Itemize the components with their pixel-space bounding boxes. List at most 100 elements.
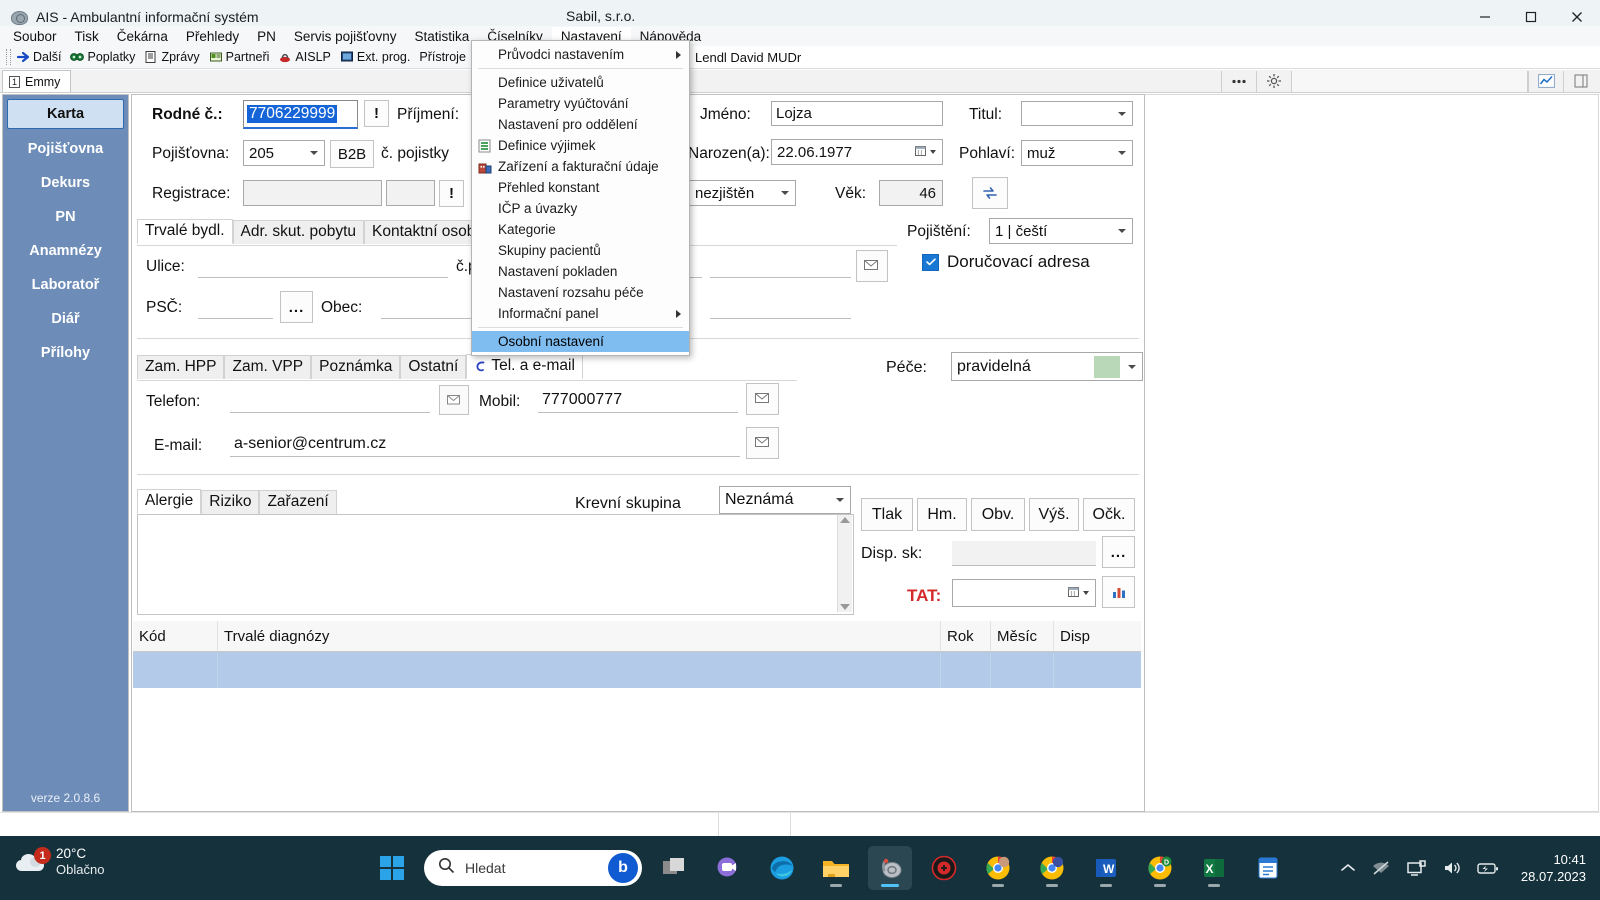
registrace-extra-input[interactable]: [386, 180, 435, 206]
menu-pn[interactable]: PN: [248, 27, 285, 46]
stav-select[interactable]: nezjištěn: [689, 180, 796, 206]
ock-button[interactable]: Očk.: [1083, 498, 1135, 531]
sidebar-item-laborator[interactable]: Laboratoř: [7, 271, 124, 299]
tab-adr-skut-pobytu[interactable]: Adr. skut. pobytu: [232, 220, 365, 244]
b2b-button[interactable]: B2B: [330, 140, 374, 168]
address-mail-button[interactable]: [856, 250, 888, 282]
toolbar-pristroje[interactable]: Přístroje: [419, 50, 466, 64]
tab-zam-hpp[interactable]: Zam. HPP: [137, 355, 225, 379]
registrace-warning-button[interactable]: !: [439, 180, 464, 207]
menu-servis-pojistovny[interactable]: Servis pojišťovny: [285, 27, 406, 46]
tab-zarazeni[interactable]: Zařazení: [259, 490, 337, 514]
column-header-disp[interactable]: Disp: [1054, 621, 1104, 651]
patient-tab-emmy[interactable]: 1 Emmy: [2, 70, 72, 92]
taskbar-teams[interactable]: [706, 846, 750, 890]
toolbar-poplatky[interactable]: Poplatky: [70, 50, 135, 64]
jmeno-input[interactable]: [771, 101, 943, 126]
weather-widget[interactable]: 1 20°C Oblačno: [14, 846, 104, 878]
toolbar-aislp[interactable]: AISLP: [278, 50, 331, 64]
menu-item-icp-a-uvazky[interactable]: IČP a úvazky: [472, 198, 689, 219]
toolbar-dalsi[interactable]: Další: [16, 50, 61, 64]
show-hidden-icons-button[interactable]: [1341, 863, 1355, 873]
titul-select[interactable]: [1021, 101, 1133, 126]
tab-ostatni[interactable]: Ostatní: [400, 355, 467, 379]
sidebar-item-diar[interactable]: Diář: [7, 305, 124, 333]
column-header-kod[interactable]: Kód: [133, 621, 218, 651]
sidebar-item-anamnezy[interactable]: Anamnézy: [7, 237, 124, 265]
scroll-down-arrow[interactable]: [840, 604, 850, 610]
toolbar-zpravy[interactable]: Zprávy: [144, 50, 200, 64]
taskbar-task-view[interactable]: [652, 846, 696, 890]
sidebar-item-pn[interactable]: PN: [7, 203, 124, 231]
obec-extra-input[interactable]: [710, 295, 851, 319]
menu-item-nastaveni-pokladen[interactable]: Nastavení pokladen: [472, 261, 689, 282]
disp-sk-lookup-button[interactable]: ...: [1102, 536, 1135, 568]
tab-trvale-bydl[interactable]: Trvalé bydl.: [137, 219, 233, 244]
menu-item-definice-vyjimek[interactable]: Definice výjimek: [472, 135, 689, 156]
krevni-skupina-select[interactable]: Neznámá: [719, 486, 851, 514]
registrace-input[interactable]: [243, 180, 382, 206]
taskbar-edge[interactable]: [760, 846, 804, 890]
rodne-cislo-warning-button[interactable]: !: [364, 100, 389, 127]
menu-item-definice-uzivatelu[interactable]: Definice uživatelů: [472, 72, 689, 93]
dorucovaci-adresa-checkbox[interactable]: Doručovací adresa: [922, 252, 1090, 272]
menu-item-zarizeni-a-fakturacni-udaje[interactable]: Zařízení a fakturační údaje: [472, 156, 689, 177]
tab-poznamka[interactable]: Poznámka: [311, 355, 401, 379]
taskbar-antivirus[interactable]: [922, 846, 966, 890]
telefon-mail-button[interactable]: [439, 385, 469, 415]
mobil-mail-button[interactable]: [746, 383, 779, 415]
taskbar-chrome-profile-2[interactable]: [1030, 846, 1074, 890]
toolbar-ext-prog[interactable]: Ext. prog.: [340, 50, 410, 64]
obv-button[interactable]: Obv.: [971, 498, 1025, 531]
calendar-icon[interactable]: [1068, 586, 1089, 599]
menu-item-nastaveni-rozsahu-pece[interactable]: Nastavení rozsahu péče: [472, 282, 689, 303]
column-header-rok[interactable]: Rok: [941, 621, 991, 651]
menu-item-prehled-konstant[interactable]: Přehled konstant: [472, 177, 689, 198]
sidebar-item-karta[interactable]: Karta: [7, 99, 124, 129]
taskbar-chrome-profile-d[interactable]: D: [1138, 846, 1182, 890]
display-icon[interactable]: [1407, 859, 1427, 877]
chart-icon[interactable]: [1528, 70, 1563, 92]
taskbar-chrome-profile-1[interactable]: [976, 846, 1020, 890]
taskbar-calendar[interactable]: [1246, 846, 1290, 890]
menu-item-osobni-nastaveni[interactable]: Osobní nastavení: [472, 331, 689, 352]
pojistovna-select[interactable]: 205: [243, 140, 325, 166]
taskbar-file-explorer[interactable]: [814, 846, 858, 890]
search-box[interactable]: Hledat b: [424, 850, 642, 886]
menu-item-parametry-vyuctovani[interactable]: Parametry vyúčtování: [472, 93, 689, 114]
vys-button[interactable]: Výš.: [1029, 498, 1079, 531]
pojisteni-select[interactable]: 1 | čeští: [989, 218, 1133, 244]
sidebar-item-pojistovna[interactable]: Pojišťovna: [7, 135, 124, 163]
menu-tisk[interactable]: Tisk: [66, 27, 108, 46]
psc-lookup-button[interactable]: ...: [280, 291, 313, 323]
rodne-cislo-input[interactable]: 7706229999: [243, 100, 358, 129]
menu-item-nastaveni-pro-oddeleni[interactable]: Nastavení pro oddělení: [472, 114, 689, 135]
calendar-icon[interactable]: [915, 145, 936, 158]
disp-sk-input[interactable]: [952, 541, 1096, 566]
more-options-button[interactable]: [1221, 70, 1256, 92]
narozen-date-input[interactable]: 22.06.1977: [771, 139, 943, 165]
tlak-button[interactable]: Tlak: [861, 498, 913, 531]
taskbar-excel[interactable]: X: [1192, 846, 1236, 890]
tab-tel-a-email[interactable]: Tel. a e-mail: [466, 354, 583, 379]
pohlavi-select[interactable]: muž: [1021, 140, 1133, 166]
menu-soubor[interactable]: Soubor: [4, 27, 66, 46]
psc-input[interactable]: [198, 295, 273, 319]
menu-item-skupiny-pacientu[interactable]: Skupiny pacientů: [472, 240, 689, 261]
tat-date-input[interactable]: [952, 579, 1096, 607]
menu-item-pruvodci-nastavenim[interactable]: Průvodci nastavením: [472, 44, 689, 65]
scroll-up-arrow[interactable]: [840, 517, 850, 523]
tab-zam-vpp[interactable]: Zam. VPP: [224, 355, 312, 379]
menu-item-informacni-panel[interactable]: Informační panel: [472, 303, 689, 324]
email-mail-button[interactable]: [746, 427, 779, 459]
hm-button[interactable]: Hm.: [917, 498, 967, 531]
taskbar-word[interactable]: W: [1084, 846, 1128, 890]
network-disconnected-icon[interactable]: [1371, 860, 1391, 876]
table-row[interactable]: [133, 652, 1141, 688]
menu-prehledy[interactable]: Přehledy: [177, 27, 248, 46]
menu-item-kategorie[interactable]: Kategorie: [472, 219, 689, 240]
bing-icon[interactable]: b: [608, 853, 638, 883]
column-header-mesic[interactable]: Měsíc: [991, 621, 1054, 651]
telefon-input[interactable]: [230, 389, 430, 413]
volume-icon[interactable]: [1443, 860, 1461, 876]
